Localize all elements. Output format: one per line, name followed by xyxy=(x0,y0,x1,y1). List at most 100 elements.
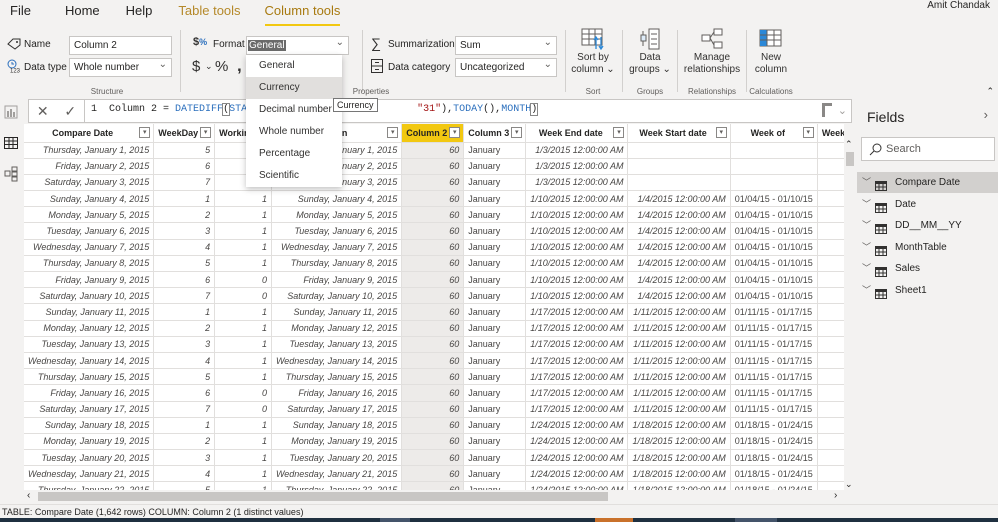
table-cell[interactable]: Friday, January 16, 2015 xyxy=(271,384,403,402)
table-cell[interactable]: 1/17/2015 12:00:00 AM xyxy=(525,320,629,337)
format-option-decimal-number[interactable]: Decimal number xyxy=(246,99,342,121)
scroll-up-icon[interactable]: ⌃ xyxy=(845,139,853,150)
table-cell[interactable]: 60 xyxy=(401,174,465,192)
table-cell[interactable]: January xyxy=(463,384,527,402)
taskbar-item[interactable] xyxy=(595,518,633,522)
table-cell[interactable]: 60 xyxy=(401,449,465,467)
table-cell[interactable]: Friday, January 9, 2015 xyxy=(24,271,155,289)
new-column-button[interactable]: New column xyxy=(748,28,794,76)
table-cell[interactable]: 01/04/15 - 01/10/15 xyxy=(730,255,818,273)
table-cell[interactable]: Tuesday, January 6, 2015 xyxy=(24,222,155,240)
table-cell[interactable]: January xyxy=(463,174,527,192)
table-cell[interactable]: 1/4/2015 12:00:00 AM xyxy=(627,206,731,224)
table-cell[interactable]: 2 xyxy=(153,433,216,451)
table-cell[interactable]: 01/04/15 - 01/10/15 xyxy=(730,239,818,256)
table-cell[interactable]: 01/18/15 - 01/24/15 xyxy=(730,465,818,483)
table-cell[interactable]: Monday, January 5, 2015 xyxy=(271,206,403,224)
column-filter-dropdown-icon[interactable]: ▾ xyxy=(449,127,461,138)
table-cell[interactable]: 1/18/2015 12:00:00 AM xyxy=(627,417,731,434)
table-cell[interactable]: 1/24/2015 12:00:00 AM xyxy=(525,481,629,490)
table-cell[interactable]: 60 xyxy=(401,206,465,224)
field-table-item[interactable]: ﹀ DD__MM__YY xyxy=(857,215,998,236)
table-cell[interactable]: 1/4 xyxy=(817,239,844,256)
column-filter-dropdown-icon[interactable]: ▾ xyxy=(802,127,814,138)
field-table-item[interactable]: ﹀ Sheet1 xyxy=(857,280,998,301)
table-cell[interactable]: 1/18 xyxy=(817,417,844,434)
chevron-down-icon[interactable]: ﹀ xyxy=(862,215,871,236)
menu-home[interactable]: Home xyxy=(55,0,110,28)
table-cell[interactable]: 1/18 xyxy=(817,465,844,483)
table-cell[interactable]: 0 xyxy=(214,287,272,305)
table-cell[interactable]: 1 xyxy=(214,255,272,273)
table-cell[interactable]: January xyxy=(463,401,527,418)
table-cell[interactable]: 1 xyxy=(214,352,272,370)
table-cell[interactable]: Wednesday, January 21, 2015 xyxy=(271,465,403,483)
table-cell[interactable]: Sunday, January 11, 2015 xyxy=(24,303,155,321)
table-cell[interactable]: Friday, January 16, 2015 xyxy=(24,384,155,402)
table-cell[interactable]: January xyxy=(463,433,527,451)
table-cell[interactable]: 60 xyxy=(401,239,465,256)
table-cell[interactable]: 1/18/2015 12:00:00 AM xyxy=(627,465,731,483)
format-option-scientific[interactable]: Scientific xyxy=(246,165,342,187)
table-cell[interactable]: 1 xyxy=(214,465,272,483)
table-cell[interactable]: 1/10/2015 12:00:00 AM xyxy=(525,206,629,224)
menu-file[interactable]: File xyxy=(0,0,41,28)
table-cell[interactable]: January xyxy=(463,352,527,370)
table-cell[interactable]: 4 xyxy=(153,352,216,370)
table-cell[interactable]: January xyxy=(463,449,527,467)
format-option-whole-number[interactable]: Whole number xyxy=(246,121,342,143)
data-groups-button[interactable]: Data groups ⌄ xyxy=(624,28,676,76)
table-cell[interactable]: 1/3/2015 12:00:00 AM xyxy=(525,174,629,192)
column-filter-dropdown-icon[interactable]: ▾ xyxy=(511,127,523,138)
table-cell[interactable]: Sunday, January 4, 2015 xyxy=(24,190,155,208)
table-cell[interactable]: 60 xyxy=(401,417,465,434)
table-cell[interactable]: 1/18 xyxy=(817,481,844,490)
table-cell[interactable] xyxy=(627,158,731,175)
table-cell[interactable]: Saturday, January 10, 2015 xyxy=(271,287,403,305)
column-filter-dropdown-icon[interactable]: ▾ xyxy=(139,127,151,138)
table-cell[interactable]: 1/4/2015 12:00:00 AM xyxy=(627,190,731,208)
table-cell[interactable]: 60 xyxy=(401,336,465,353)
table-cell[interactable]: Wednesday, January 14, 2015 xyxy=(24,352,155,370)
table-cell[interactable]: January xyxy=(463,222,527,240)
table-cell[interactable]: Wednesday, January 7, 2015 xyxy=(271,239,403,256)
table-cell[interactable]: January xyxy=(463,190,527,208)
table-cell[interactable]: January xyxy=(463,158,527,175)
table-cell[interactable]: Saturday, January 17, 2015 xyxy=(271,401,403,418)
fields-search-input[interactable]: Search xyxy=(861,137,995,161)
menu-table-tools[interactable]: Table tools xyxy=(168,0,250,28)
table-cell[interactable]: 01/11/15 - 01/17/15 xyxy=(730,384,818,402)
menu-help[interactable]: Help xyxy=(116,0,163,28)
column-header[interactable]: Column 2 ▾ xyxy=(401,124,465,143)
table-cell[interactable]: 1/24/2015 12:00:00 AM xyxy=(525,433,629,451)
table-cell[interactable]: 01/11/15 - 01/17/15 xyxy=(730,303,818,321)
collapse-pane-icon[interactable]: › xyxy=(984,107,988,122)
table-cell[interactable]: 7 xyxy=(153,287,216,305)
scroll-down-icon[interactable]: ⌄ xyxy=(845,479,853,490)
chevron-down-icon[interactable]: ﹀ xyxy=(862,172,871,193)
table-cell[interactable]: 60 xyxy=(401,190,465,208)
table-cell[interactable]: 1 xyxy=(214,449,272,467)
table-cell[interactable]: 60 xyxy=(401,271,465,289)
table-cell[interactable]: 5 xyxy=(153,368,216,386)
taskbar-item[interactable] xyxy=(735,518,777,522)
table-cell[interactable]: 60 xyxy=(401,320,465,337)
table-cell[interactable]: 4 xyxy=(153,465,216,483)
format-option-general[interactable]: General xyxy=(246,55,342,77)
table-cell[interactable]: 1/1 xyxy=(817,174,844,192)
column-header[interactable]: Column 3 ▾ xyxy=(463,124,527,143)
table-cell[interactable]: 1 xyxy=(153,417,216,434)
table-cell[interactable]: 0 xyxy=(214,401,272,418)
table-cell[interactable]: 1/11/2015 12:00:00 AM xyxy=(627,336,731,353)
comma-style-button[interactable]: , xyxy=(237,56,242,76)
report-view-icon[interactable] xyxy=(4,105,20,121)
commit-formula-icon[interactable]: ✓ xyxy=(64,103,76,120)
table-cell[interactable]: 01/18/15 - 01/24/15 xyxy=(730,433,818,451)
table-cell[interactable]: Sunday, January 11, 2015 xyxy=(271,303,403,321)
table-cell[interactable]: 1 xyxy=(214,481,272,490)
currency-format-button[interactable]: $ xyxy=(192,58,200,75)
table-cell[interactable]: Saturday, January 3, 2015 xyxy=(24,174,155,192)
table-cell[interactable]: 1/1 xyxy=(817,142,844,159)
table-cell[interactable]: 1/24/2015 12:00:00 AM xyxy=(525,417,629,434)
table-cell[interactable]: 01/11/15 - 01/17/15 xyxy=(730,336,818,353)
